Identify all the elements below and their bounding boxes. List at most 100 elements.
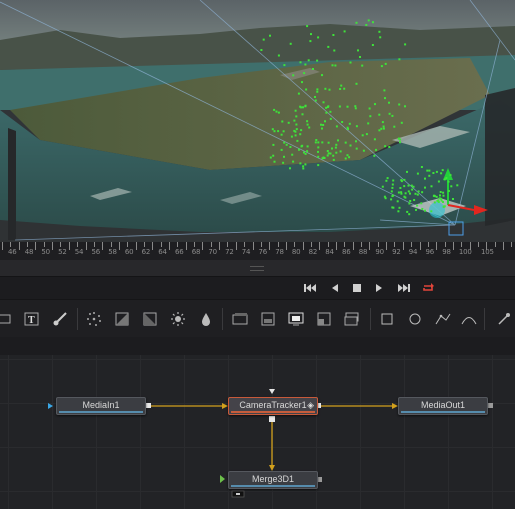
ruler-tick	[377, 242, 379, 247]
tracker-point	[322, 101, 325, 104]
node-editor[interactable]: MediaIn1 CameraTracker1 ◈ MediaOut1 Merg…	[0, 355, 515, 509]
tracker-point	[289, 42, 292, 45]
ruler-tick	[27, 242, 29, 247]
tracker-point	[398, 103, 401, 106]
transform-tool-button[interactable]	[494, 309, 514, 329]
tracker-point	[430, 185, 433, 188]
particles-tool-button[interactable]	[84, 309, 104, 329]
skip-back-icon	[304, 284, 316, 292]
tracker-point	[329, 117, 332, 120]
ruler-tick	[35, 242, 37, 250]
3d-viewer[interactable]	[0, 0, 515, 242]
ellipse-mask-tool-button[interactable]	[405, 309, 425, 329]
tracker-point	[320, 123, 322, 126]
tracker-point	[327, 152, 330, 155]
ruler-tick	[185, 242, 187, 250]
tracker-point	[329, 110, 332, 113]
resize-grip-icon[interactable]	[250, 266, 264, 271]
text-icon: T	[24, 312, 39, 326]
tracker-point	[420, 202, 423, 205]
ruler-tick	[277, 242, 279, 247]
tracker-point	[310, 33, 312, 36]
ruler-tick	[310, 242, 312, 247]
cameratracker-node[interactable]: CameraTracker1 ◈	[228, 397, 318, 415]
tracker-point	[437, 180, 440, 183]
go-to-start-button[interactable]	[302, 281, 318, 295]
tracker-point	[299, 105, 302, 108]
text-tool-button[interactable]: T	[22, 309, 42, 329]
droplet-icon	[202, 313, 210, 326]
tracker-point	[277, 54, 280, 57]
tracker-point	[294, 109, 297, 112]
layers-tool-button[interactable]	[342, 309, 362, 329]
tracker-point	[295, 123, 298, 126]
tracker-point	[332, 158, 335, 161]
tracker-point	[367, 19, 370, 22]
ruler-frame-label: 78	[275, 248, 284, 256]
tracker-point	[287, 121, 290, 124]
tracker-point	[382, 125, 385, 128]
rectangle-mask-tool-button[interactable]	[377, 309, 397, 329]
step-back-button[interactable]	[328, 281, 342, 295]
tracker-point	[332, 154, 335, 157]
tracker-point	[302, 106, 304, 109]
cameratracker-node-label: CameraTracker1	[239, 400, 307, 410]
panel-divider[interactable]	[0, 260, 515, 277]
tracker-point	[331, 147, 333, 150]
layers-icon	[344, 312, 359, 326]
timeline-ruler[interactable]: 46 48 50 52 54 56 58 60 62 64 66 68 70 72 74 76 78 80 82 84…	[0, 242, 515, 260]
tracker-point	[349, 61, 352, 64]
ruler-tick	[60, 242, 62, 247]
tracker-point	[404, 192, 407, 195]
mediaout-node-label: MediaOut1	[420, 400, 466, 410]
tracker-point	[408, 202, 411, 205]
go-to-end-button[interactable]	[396, 281, 412, 295]
tracker-point	[400, 121, 403, 124]
color-tool-button[interactable]	[314, 309, 334, 329]
ruler-frame-label: 94	[408, 248, 418, 256]
merge-tool-button[interactable]	[286, 309, 306, 329]
play-button[interactable]	[372, 281, 386, 295]
tracker-point	[392, 206, 395, 209]
tracker-point	[413, 199, 416, 201]
tracker-point	[388, 101, 390, 104]
mediaout-node[interactable]: MediaOut1	[398, 397, 488, 415]
mediain-node[interactable]: MediaIn1	[56, 397, 146, 415]
paint-tool-button[interactable]	[50, 309, 70, 329]
ruler-frame-label: 66	[175, 248, 184, 256]
tracker-point	[273, 108, 276, 111]
tracker-point	[372, 21, 374, 24]
tracker-point	[407, 190, 410, 193]
tracker-point	[386, 177, 389, 180]
glow-tool-button[interactable]	[168, 309, 188, 329]
tracker-point	[380, 127, 383, 130]
brightness-contrast-tool-button[interactable]	[112, 309, 132, 329]
merge3d-node[interactable]: Merge3D1	[228, 471, 318, 489]
tracker-point	[327, 141, 330, 144]
ruler-frame-label: 46	[8, 248, 17, 256]
tracker-point	[420, 166, 423, 168]
ruler-tick	[369, 242, 371, 250]
tracker-point	[397, 210, 400, 213]
color-corrector-tool-button[interactable]	[140, 309, 160, 329]
tracker-point	[282, 130, 285, 133]
blur-tool-button[interactable]	[196, 309, 216, 329]
matte-tool-button[interactable]	[230, 309, 250, 329]
merge-3d-tool-button[interactable]	[0, 309, 14, 329]
tracker-point	[302, 165, 305, 168]
tracker-point	[322, 124, 325, 126]
tracker-point	[361, 134, 364, 137]
tracker-point	[297, 92, 300, 95]
ruler-tick	[411, 242, 413, 247]
tracker-point	[392, 194, 395, 197]
background-tool-button[interactable]	[258, 309, 278, 329]
polygon-mask-tool-button[interactable]	[433, 309, 453, 329]
bspline-mask-tool-button[interactable]	[459, 309, 479, 329]
stop-button[interactable]	[350, 281, 364, 295]
tracker-point	[280, 148, 283, 151]
tracker-point	[355, 125, 358, 128]
tracker-point	[307, 59, 310, 62]
tracker-point	[344, 157, 347, 160]
ruler-tick	[319, 242, 321, 250]
loop-button[interactable]	[420, 281, 436, 295]
